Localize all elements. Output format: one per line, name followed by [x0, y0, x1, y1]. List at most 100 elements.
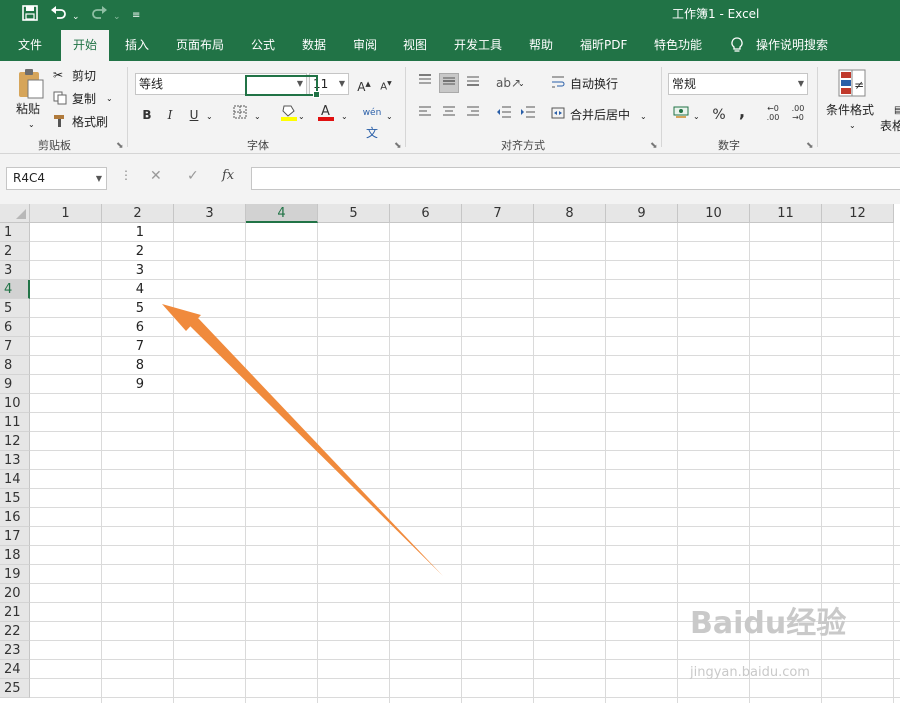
merge-dropdown-icon[interactable]: ⌄: [640, 109, 647, 125]
fill-color-icon[interactable]: [279, 103, 299, 123]
borders-dropdown-icon[interactable]: ⌄: [254, 109, 261, 125]
cell-value[interactable]: 9: [102, 375, 174, 394]
wrap-text-button[interactable]: 自动换行: [570, 76, 618, 92]
row-header[interactable]: 12: [0, 432, 30, 451]
copy-button[interactable]: 复制: [72, 91, 96, 107]
clipboard-launcher-icon[interactable]: ⬊: [116, 141, 124, 151]
cell-value[interactable]: 3: [102, 261, 174, 280]
row-header[interactable]: 19: [0, 565, 30, 584]
tell-me-search[interactable]: 操作说明搜索: [748, 30, 836, 61]
format-as-table-icon[interactable]: ▤: [894, 103, 900, 119]
conditional-formatting-icon[interactable]: ≠: [838, 69, 866, 101]
customize-toolbar-icon[interactable]: ≡: [132, 7, 140, 25]
cancel-icon[interactable]: ✕: [150, 168, 162, 184]
row-header[interactable]: 1: [0, 223, 30, 242]
increase-decimal-icon[interactable]: ←0.00: [763, 104, 783, 124]
number-format-combo[interactable]: 常规 ▼: [668, 73, 808, 95]
align-middle-icon[interactable]: [439, 73, 459, 93]
column-header[interactable]: 9: [606, 204, 678, 223]
conditional-formatting-button[interactable]: 条件格式: [826, 102, 874, 118]
wrap-text-icon[interactable]: [551, 75, 565, 93]
tab-file[interactable]: 文件: [10, 30, 50, 61]
column-header[interactable]: 7: [462, 204, 534, 223]
align-right-icon[interactable]: [463, 105, 483, 125]
row-header[interactable]: 8: [0, 356, 30, 375]
redo-dropdown-icon[interactable]: ⌄: [113, 8, 121, 26]
align-center-icon[interactable]: [439, 105, 459, 125]
cut-icon[interactable]: ✂: [53, 67, 63, 83]
cell-value[interactable]: 4: [102, 280, 174, 299]
row-header[interactable]: 13: [0, 451, 30, 470]
tab-formulas[interactable]: 公式: [243, 30, 283, 61]
tab-special-features[interactable]: 特色功能: [646, 30, 710, 61]
paste-dropdown-icon[interactable]: ⌄: [28, 117, 35, 133]
increase-font-size-icon[interactable]: A▲: [354, 74, 374, 94]
phonetic-dropdown-icon[interactable]: ⌄: [386, 109, 393, 125]
font-launcher-icon[interactable]: ⬊: [394, 141, 402, 151]
tab-data[interactable]: 数据: [294, 30, 334, 61]
alignment-launcher-icon[interactable]: ⬊: [650, 141, 658, 151]
borders-icon[interactable]: [230, 105, 250, 125]
row-header[interactable]: 14: [0, 470, 30, 489]
row-header[interactable]: 17: [0, 527, 30, 546]
format-as-table-button[interactable]: 表格: [880, 118, 900, 134]
copy-dropdown-icon[interactable]: ⌄: [106, 91, 113, 107]
orientation-dropdown-icon[interactable]: ⌄: [518, 76, 525, 92]
row-header[interactable]: 7: [0, 337, 30, 356]
row-header[interactable]: 10: [0, 394, 30, 413]
column-header[interactable]: 6: [390, 204, 462, 223]
fill-color-dropdown-icon[interactable]: ⌄: [298, 109, 305, 125]
column-header[interactable]: 8: [534, 204, 606, 223]
tab-foxit-pdf[interactable]: 福昕PDF: [572, 30, 635, 61]
tab-help[interactable]: 帮助: [521, 30, 561, 61]
align-left-icon[interactable]: [415, 105, 435, 125]
decrease-font-size-icon[interactable]: A▼: [376, 74, 396, 94]
comma-style-button[interactable]: ,: [732, 102, 752, 122]
number-launcher-icon[interactable]: ⬊: [806, 141, 814, 151]
save-icon[interactable]: [22, 5, 38, 25]
row-header[interactable]: 11: [0, 413, 30, 432]
orientation-icon[interactable]: ab↗: [496, 73, 521, 93]
tab-page-layout[interactable]: 页面布局: [168, 30, 232, 61]
column-header[interactable]: 1: [30, 204, 102, 223]
tab-insert[interactable]: 插入: [117, 30, 157, 61]
copy-icon[interactable]: [53, 91, 67, 109]
bold-button[interactable]: B: [137, 105, 157, 125]
tab-home[interactable]: 开始: [61, 30, 110, 61]
font-color-dropdown-icon[interactable]: ⌄: [341, 109, 348, 125]
row-header[interactable]: 3: [0, 261, 30, 280]
redo-icon[interactable]: [90, 5, 108, 25]
paste-icon[interactable]: [16, 68, 46, 104]
cell-value[interactable]: 1: [102, 223, 174, 242]
undo-icon[interactable]: [50, 5, 68, 25]
row-header[interactable]: 9: [0, 375, 30, 394]
cell-value[interactable]: 8: [102, 356, 174, 375]
row-header[interactable]: 20: [0, 584, 30, 603]
row-header[interactable]: 15: [0, 489, 30, 508]
row-header[interactable]: 6: [0, 318, 30, 337]
align-bottom-icon[interactable]: [463, 73, 483, 93]
format-painter-button[interactable]: 格式刷: [72, 114, 108, 130]
paste-button[interactable]: 粘贴: [16, 101, 40, 117]
enter-icon[interactable]: ✓: [187, 168, 199, 184]
tab-developer[interactable]: 开发工具: [446, 30, 510, 61]
italic-button[interactable]: I: [160, 105, 180, 125]
merge-center-icon[interactable]: [551, 106, 565, 124]
underline-dropdown-icon[interactable]: ⌄: [206, 109, 213, 125]
tab-review[interactable]: 审阅: [345, 30, 385, 61]
tab-view[interactable]: 视图: [395, 30, 435, 61]
merge-center-button[interactable]: 合并后居中: [570, 107, 630, 123]
name-box[interactable]: R4C4 ▼: [6, 167, 107, 190]
underline-button[interactable]: U: [184, 105, 204, 125]
column-header[interactable]: 2: [102, 204, 174, 223]
percent-style-button[interactable]: %: [709, 105, 729, 125]
accounting-format-icon[interactable]: [671, 105, 691, 125]
insert-function-icon[interactable]: fx: [222, 168, 234, 183]
row-header[interactable]: 4: [0, 280, 30, 299]
column-header[interactable]: 12: [822, 204, 894, 223]
row-header[interactable]: 16: [0, 508, 30, 527]
decrease-decimal-icon[interactable]: .00 →0: [788, 104, 808, 124]
column-header[interactable]: 11: [750, 204, 822, 223]
row-header[interactable]: 5: [0, 299, 30, 318]
undo-dropdown-icon[interactable]: ⌄: [72, 8, 80, 26]
